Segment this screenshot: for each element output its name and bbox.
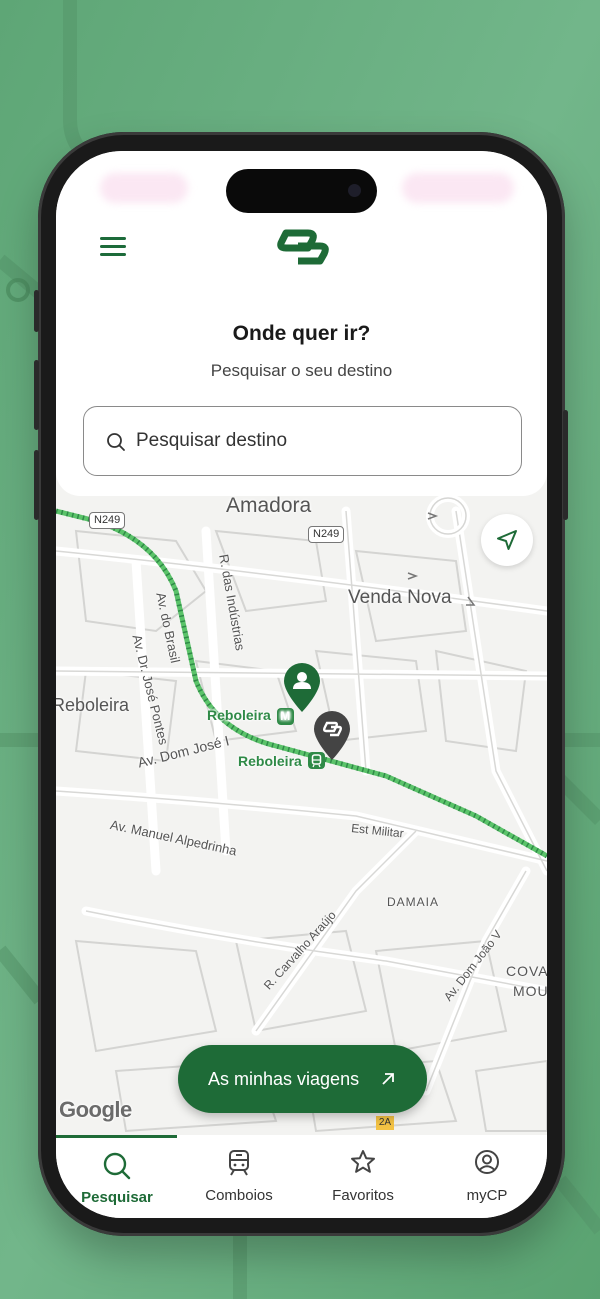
phone-power-button [563,410,568,520]
map-label-reboleira: Reboleira [56,695,130,715]
dynamic-island [226,169,377,213]
status-bar-right [402,173,514,203]
status-bar-left [100,173,188,203]
station-name: Reboleira [238,753,302,769]
map-view[interactable] [56,471,547,1136]
station-name: Reboleira [207,707,271,723]
page-title: Onde quer ir? [232,322,371,345]
station-label-metro[interactable]: Reboleira M [207,707,294,725]
search-field[interactable] [83,406,522,476]
user-location-pin[interactable] [282,661,322,713]
bottom-tab-bar: Pesquisar Comboios Favoritos myCP [56,1135,547,1218]
my-trips-button[interactable]: As minhas viagens [178,1045,427,1113]
navigation-arrow-icon [497,530,517,550]
tab-label: Favoritos [332,1187,394,1204]
tab-label: Pesquisar [81,1189,153,1206]
tab-comboios[interactable]: Comboios [178,1135,300,1218]
road-sign-n249: N249 [89,512,126,529]
google-attribution: Google [59,1097,132,1122]
locate-me-button[interactable] [481,514,533,566]
tab-favoritos[interactable]: Favoritos [302,1135,424,1218]
tab-label: myCP [466,1187,508,1204]
cp-logo [277,229,329,265]
map-label-mou: MOU [513,983,547,999]
user-circle-icon [475,1150,499,1174]
tab-pesquisar[interactable]: Pesquisar [56,1135,178,1218]
menu-icon [100,237,126,240]
train-icon [229,1150,249,1176]
app-screen: Amadora Venda Nova Reboleira Av. do Bras… [56,151,547,1218]
search-icon [107,433,125,451]
phone-volume-down-button [34,450,39,520]
menu-icon [100,245,126,248]
phone-volume-up-button [34,360,39,430]
cp-station-pin[interactable] [312,709,352,761]
my-trips-label: As minhas viagens [208,1069,360,1089]
map-label-damaia: DAMAIA [387,895,440,909]
search-icon [103,1152,131,1180]
camera-icon [348,184,361,197]
road-sign-n249: N249 [308,526,345,543]
page-subtitle: Pesquisar o seu destino [210,361,393,380]
star-icon [351,1150,375,1173]
phone-side-button [34,290,39,332]
search-input[interactable] [136,425,496,457]
map-canvas[interactable] [56,471,547,1136]
map-label-amadora: Amadora [226,494,312,517]
arrow-up-right-icon [382,1073,394,1085]
tab-label: Comboios [205,1187,273,1204]
tab-mycp[interactable]: myCP [426,1135,547,1218]
map-label-cova: COVA [506,963,547,979]
menu-icon [100,253,126,256]
road-sign-exit-2a: 2A [376,1116,394,1130]
map-label-venda-nova: Venda Nova [348,587,452,608]
menu-button[interactable] [100,237,126,259]
